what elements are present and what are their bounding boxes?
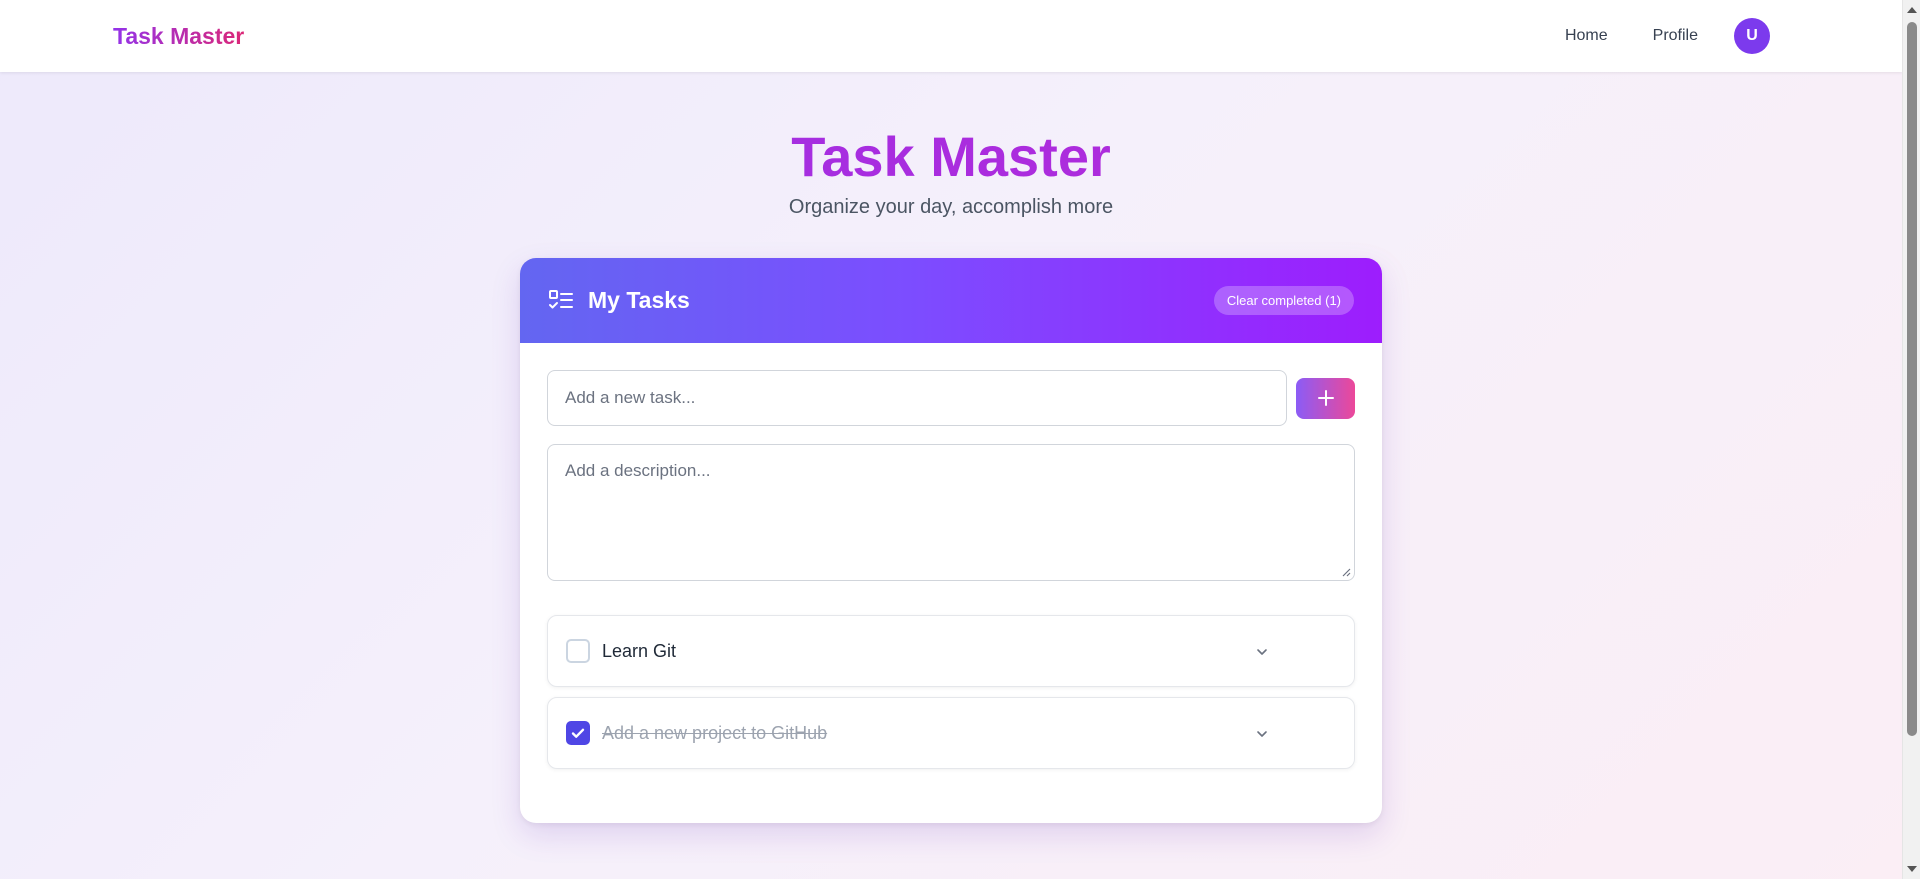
card-body: Add a new task... Add a description... L… xyxy=(520,343,1382,769)
clear-completed-button[interactable]: Clear completed (1) xyxy=(1213,286,1354,315)
add-task-button[interactable] xyxy=(1296,377,1355,419)
checklist-icon xyxy=(549,289,573,308)
avatar[interactable]: U xyxy=(1734,18,1770,54)
description-placeholder: Add a description... xyxy=(565,461,711,480)
brand-logo[interactable]: Task Master xyxy=(113,23,244,50)
task-item[interactable]: Learn Git xyxy=(547,615,1355,687)
tasks-card: My Tasks Clear completed (1) Add a new t… xyxy=(520,258,1382,823)
card-header: My Tasks Clear completed (1) xyxy=(520,258,1382,343)
nav-link-home[interactable]: Home xyxy=(1565,27,1608,45)
scroll-up-icon[interactable] xyxy=(1907,7,1917,13)
hero-section: Task Master Organize your day, accomplis… xyxy=(0,122,1902,219)
task-title: Learn Git xyxy=(602,640,677,661)
task-checkbox[interactable] xyxy=(566,639,590,663)
chevron-down-icon[interactable] xyxy=(1255,645,1269,659)
resize-handle-icon[interactable] xyxy=(1341,567,1351,577)
card-header-title-group: My Tasks xyxy=(548,287,690,314)
check-icon xyxy=(571,728,585,738)
page-subtitle: Organize your day, accomplish more xyxy=(788,196,1114,218)
new-task-row: Add a new task... xyxy=(547,370,1355,426)
page-title: Task Master xyxy=(0,122,1902,192)
new-task-input[interactable]: Add a new task... xyxy=(547,370,1287,426)
task-checkbox-checked[interactable] xyxy=(566,721,590,745)
nav-link-profile[interactable]: Profile xyxy=(1653,27,1698,45)
top-navbar: Task Master Home Profile U xyxy=(0,0,1902,72)
task-item[interactable]: Add a new project to GitHub xyxy=(547,697,1355,769)
card-title: My Tasks xyxy=(588,287,690,313)
chevron-down-icon[interactable] xyxy=(1255,727,1269,741)
nav-links: Home Profile U xyxy=(1565,18,1770,54)
page-scrollbar[interactable] xyxy=(1902,0,1920,879)
task-title: Add a new project to GitHub xyxy=(602,722,828,743)
scrollbar-thumb[interactable] xyxy=(1907,22,1917,736)
scroll-down-icon[interactable] xyxy=(1907,866,1917,872)
plus-icon xyxy=(1317,390,1334,406)
description-textarea[interactable]: Add a description... xyxy=(547,444,1355,581)
